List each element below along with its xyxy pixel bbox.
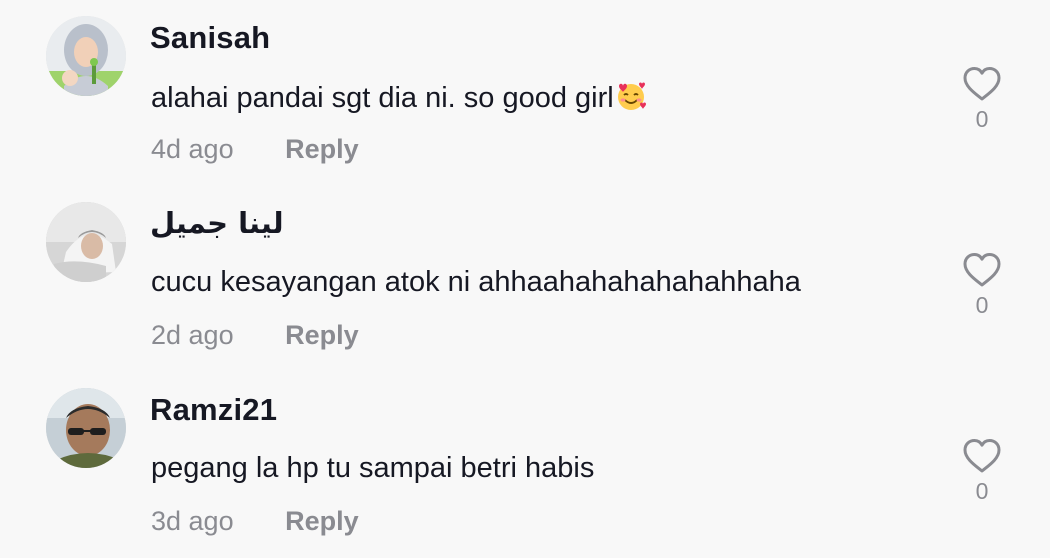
heart-outline-icon [963,67,1001,101]
comment-item: لينا جميل cucu kesayangan atok ni ahhaah… [0,186,1050,372]
comment-text: pegang la hp tu sampai betri habis [151,452,595,484]
comment-text: alahai pandai sgt dia ni. so good girl [151,80,647,115]
comment-meta: 3d ago Reply [151,506,359,537]
comment-item: Sanisah alahai pandai sgt dia ni. so goo… [0,0,1050,186]
comment-text: cucu kesayangan atok ni ahhaahahahahahah… [151,266,801,298]
comment-timestamp: 4d ago [151,134,234,164]
avatar-image [46,16,126,96]
comment-username[interactable]: لينا جميل [150,206,284,240]
like-count: 0 [975,292,989,318]
reply-button[interactable]: Reply [285,320,359,351]
comment-username[interactable]: Sanisah [150,20,270,56]
like-button[interactable]: 0 [961,438,1003,505]
avatar[interactable] [46,202,126,282]
like-count: 0 [975,106,989,132]
reply-button[interactable]: Reply [285,134,359,165]
like-button[interactable]: 0 [961,252,1003,319]
avatar[interactable] [46,388,126,468]
reply-button[interactable]: Reply [285,506,359,537]
comment-timestamp: 2d ago [151,320,234,350]
comment-meta: 2d ago Reply [151,320,359,351]
like-button[interactable]: 0 [961,66,1003,133]
smiling-face-with-hearts-icon [615,80,647,112]
heart-outline-icon [963,253,1001,287]
like-count: 0 [975,478,989,504]
heart-outline-icon [963,439,1001,473]
comment-username[interactable]: Ramzi21 [150,392,277,428]
avatar-image [46,388,126,468]
comment-timestamp: 3d ago [151,506,234,536]
avatar[interactable] [46,16,126,96]
comment-text-content: alahai pandai sgt dia ni. so good girl [151,82,614,114]
avatar-image [46,202,126,282]
comment-item: Ramzi21 pegang la hp tu sampai betri hab… [0,372,1050,558]
comment-meta: 4d ago Reply [151,134,359,165]
